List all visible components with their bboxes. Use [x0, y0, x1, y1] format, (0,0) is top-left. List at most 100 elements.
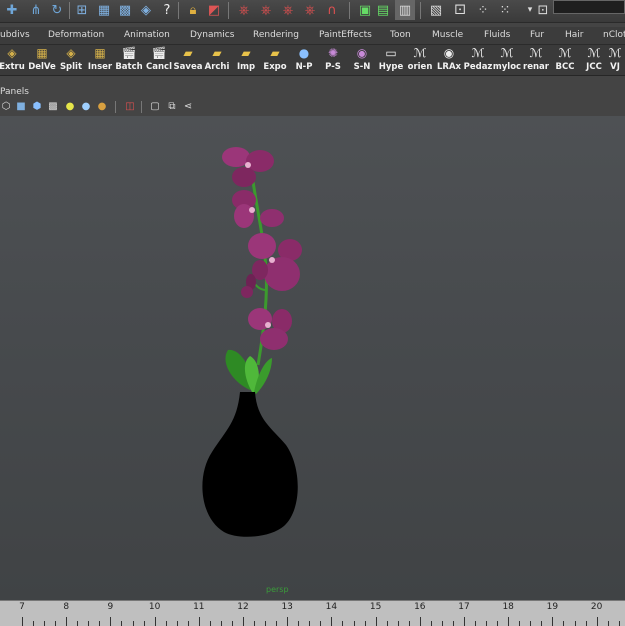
frame-tick-mark	[231, 621, 233, 626]
snap-curve-icon[interactable]: ▦	[94, 0, 114, 20]
shelf-button-pedaz[interactable]: ℳ Pedaz	[463, 45, 493, 75]
panels-menu[interactable]: Panels	[0, 87, 29, 97]
textured-cube-icon[interactable]: ⬢	[31, 101, 43, 113]
tab-deformation[interactable]: Deformation	[48, 27, 104, 44]
shelf-button-s-n[interactable]: ◉ S-N	[347, 45, 377, 75]
time-slider[interactable]: 7 8 9 10 11 12 13 14 15 16 17 18 19 20	[0, 600, 625, 626]
frame-tick-label: 7	[19, 602, 25, 612]
frame-tick-label: 9	[107, 602, 114, 612]
render-settings-icon[interactable]: ⎈	[278, 0, 298, 20]
shelf-button-myloc[interactable]: ℳ myloc	[492, 45, 522, 75]
mel-script-icon: ℳ	[558, 46, 572, 60]
status-toolbar: ✚ ⋔ ↻ ⊞ ▦ ▩ ◈ ? 🔒︎ ◩ ⎈ ⎈ ⎈ ⎈ ∩ ▣ ▤ ▥ ▧ ⚀…	[0, 0, 625, 23]
shelf-button-label: Archi	[204, 62, 230, 72]
shelf-button-archive[interactable]: ▰ Archi	[202, 45, 232, 75]
shelf-button-n-p[interactable]: ● N-P	[289, 45, 319, 75]
grid-toggle-icon[interactable]: ⧉	[166, 101, 178, 113]
attribute-editor-icon[interactable]: ▤	[373, 0, 393, 20]
insert-edge-icon: ▦	[94, 46, 106, 60]
tab-hair[interactable]: Hair	[565, 27, 583, 44]
tab-toon[interactable]: Toon	[390, 27, 411, 44]
eye-icon: ◉	[443, 46, 455, 60]
cancel-render-icon: 🎬︎	[151, 46, 167, 60]
frame-tick-mark	[320, 621, 322, 626]
lock-icon[interactable]: 🔒︎	[183, 0, 203, 20]
numeric-input-field[interactable]	[553, 0, 625, 14]
tab-fluids[interactable]: Fluids	[484, 27, 510, 44]
grid-view-icon[interactable]: ⁙	[495, 0, 515, 20]
extrude-icon: ◈	[7, 46, 17, 60]
tab-animation[interactable]: Animation	[124, 27, 170, 44]
shelf-button-bcc[interactable]: ℳ BCC	[550, 45, 580, 75]
numeric-input-icon[interactable]: ⊡	[533, 0, 553, 20]
default-light-icon[interactable]: ●	[80, 101, 92, 113]
shelf-button-hypergraph[interactable]: ▭ Hype	[376, 45, 406, 75]
panel-layout-icon[interactable]: ⚀	[450, 0, 470, 20]
outliner-icon[interactable]: ▥	[395, 0, 415, 20]
shelf-button-label: BCC	[555, 62, 575, 72]
tab-ncloth[interactable]: nClot	[603, 27, 625, 44]
script-icon[interactable]: ∩	[322, 0, 342, 20]
shelf-button-save-as[interactable]: ▰ Savea	[173, 45, 203, 75]
tab-dynamics[interactable]: Dynamics	[190, 27, 234, 44]
shelf-button-delete-vertex[interactable]: ▦ DelVe	[27, 45, 57, 75]
lights-icon[interactable]: ●	[64, 101, 76, 113]
shelf-button-cancel[interactable]: 🎬︎ Cancl	[144, 45, 174, 75]
history-icon[interactable]: ◩	[204, 0, 224, 20]
frame-tick-mark	[541, 621, 543, 626]
snap-point-icon[interactable]: ▩	[115, 0, 135, 20]
tab-rendering[interactable]: Rendering	[253, 27, 299, 44]
shelf-button-import[interactable]: ▰ Imp	[231, 45, 261, 75]
frame-tick-mark	[298, 621, 300, 626]
shelf-button-label: renar	[523, 62, 549, 72]
shelf-button-extrude[interactable]: ◈ Extru	[0, 45, 27, 75]
mel-script-icon: ℳ	[529, 46, 543, 60]
panel-menu-bar: Panels	[0, 86, 625, 98]
share-icon[interactable]: ⋖	[182, 101, 194, 113]
tab-subdivs[interactable]: ubdivs	[0, 27, 30, 44]
hypershade-icon[interactable]: ⎈	[300, 0, 320, 20]
camera-frame-icon[interactable]: ▢	[149, 101, 161, 113]
tab-painteffects[interactable]: PaintEffects	[319, 27, 372, 44]
frame-tick-label: 10	[148, 602, 161, 612]
snap-surface-icon[interactable]: ◈	[136, 0, 156, 20]
tool-settings-icon[interactable]: ▧	[426, 0, 446, 20]
frame-tick-label: 18	[502, 602, 514, 612]
shelf-button-insert[interactable]: ▦ Inser	[85, 45, 115, 75]
move-icon[interactable]: ✚	[2, 0, 22, 20]
render-icon[interactable]: ⎈	[234, 0, 254, 20]
frame-tick-mark	[99, 621, 101, 626]
frame-tick-mark	[88, 621, 90, 626]
batch-render-icon: 🎬︎	[121, 46, 137, 60]
shelf-button-p-s[interactable]: ✺ P-S	[318, 45, 348, 75]
frame-tick-mark	[33, 621, 35, 626]
camera-icon[interactable]: ⁘	[473, 0, 493, 20]
smooth-shade-icon[interactable]: ■	[15, 101, 27, 113]
checker-icon[interactable]: ▩	[47, 101, 59, 113]
frame-tick-label: 15	[369, 602, 382, 612]
frame-tick-mark	[165, 621, 167, 626]
tab-fur[interactable]: Fur	[530, 27, 544, 44]
frame-tick-mark	[441, 621, 443, 626]
shelf-button-rename[interactable]: ℳ renar	[521, 45, 551, 75]
shelf-button-lra[interactable]: ◉ LRAx	[434, 45, 464, 75]
snap-grid-icon[interactable]: ⊞	[72, 0, 92, 20]
frame-tick-label: 12	[237, 602, 249, 612]
shadow-icon[interactable]: ●	[96, 101, 108, 113]
channel-box-icon[interactable]: ▣	[355, 0, 375, 20]
shelf-button-label: Inser	[87, 62, 113, 72]
help-icon[interactable]: ?	[157, 0, 177, 20]
shelf-button-vj[interactable]: ℳ VJ	[605, 45, 625, 75]
shelf-button-batch[interactable]: 🎬︎ Batch	[114, 45, 144, 75]
ipr-icon[interactable]: ⎈	[256, 0, 276, 20]
flower	[222, 147, 274, 187]
component-icon[interactable]: ⋔	[26, 0, 46, 20]
shelf-button-orient[interactable]: ℳ orien	[405, 45, 435, 75]
perspective-viewport[interactable]	[0, 116, 625, 600]
isolate-select-icon[interactable]: ◫	[124, 101, 136, 113]
shelf-button-export[interactable]: ▰ Expo	[260, 45, 290, 75]
shelf-button-split[interactable]: ◈ Split	[56, 45, 86, 75]
wireframe-cube-icon[interactable]: ⬡	[0, 101, 12, 113]
tab-muscle[interactable]: Muscle	[432, 27, 463, 44]
lasso-icon[interactable]: ↻	[47, 0, 67, 20]
